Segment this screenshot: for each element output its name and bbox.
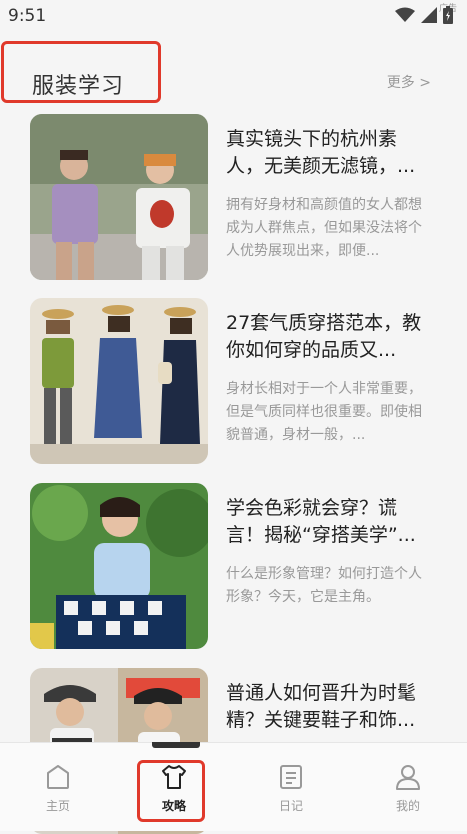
active-tab-indicator: [152, 742, 200, 748]
article-title: 普通人如何晋升为时髦精？关键要鞋子和饰...: [226, 682, 417, 731]
bottom-tab-bar: 主页 攻略 日记 我的: [0, 742, 467, 831]
article-desc: 拥有好身材和高颜值的女人都想成为人群焦点，但如果没法将个人优势展现出来，即便..…: [226, 197, 422, 259]
signal-icon: [421, 7, 437, 23]
article-title: 真实镜头下的杭州素人，无美颜无滤镜，...: [226, 128, 416, 177]
tab-highlight-box: [137, 760, 205, 822]
article-thumbnail: [30, 114, 208, 280]
list-item[interactable]: 学会色彩就会穿？谎言！揭秘“穿搭美学”... 什么是形象管理？如何打造个人形象？…: [30, 483, 440, 649]
article-title: 27套气质穿搭范本，教你如何穿的品质又...: [226, 312, 422, 361]
status-bar: 9:51 广告: [0, 0, 467, 30]
tab-me[interactable]: 我的: [350, 743, 466, 831]
list-item[interactable]: 真实镜头下的杭州素人，无美颜无滤镜，... 拥有好身材和高颜值的女人都想成为人群…: [30, 114, 440, 280]
article-desc: 身材长相对于一个人非常重要，但是气质同样也很重要。即使相貌普通，身材一般，...: [226, 381, 422, 443]
tab-label: 日记: [278, 799, 303, 813]
list-item[interactable]: 27套气质穿搭范本，教你如何穿的品质又... 身材长相对于一个人非常重要，但是气…: [30, 298, 440, 464]
home-icon: [47, 765, 69, 789]
article-thumbnail: [30, 298, 208, 464]
user-icon: [396, 765, 420, 790]
status-time: 9:51: [8, 6, 47, 26]
title-highlight-box: [1, 41, 161, 103]
article-desc: 什么是形象管理？如何打造个人形象？今天，它是主角。: [226, 566, 422, 605]
notes-icon: [280, 765, 302, 789]
tab-label: 我的: [395, 799, 420, 813]
status-icons: [395, 6, 453, 24]
wifi-icon: [395, 7, 415, 22]
battery-icon: [443, 6, 453, 24]
article-thumbnail: [30, 483, 208, 649]
tab-diary[interactable]: 日记: [233, 743, 349, 831]
more-link[interactable]: 更多 >: [387, 72, 431, 92]
tab-home[interactable]: 主页: [0, 743, 116, 831]
article-title: 学会色彩就会穿？谎言！揭秘“穿搭美学”...: [226, 497, 416, 546]
tab-label: 主页: [45, 799, 70, 813]
